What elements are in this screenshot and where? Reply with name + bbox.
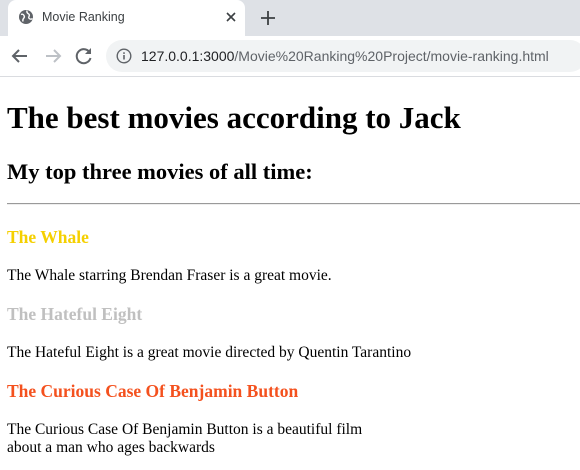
movie-description-benjamin-button-line1: The Curious Case Of Benjamin Button is a… — [7, 421, 363, 438]
movie-description-benjamin-button-line2: about a man who ages backwards — [7, 439, 215, 456]
movie-description-hateful-eight: The Hateful Eight is a great movie direc… — [7, 344, 412, 361]
horizontal-divider — [7, 203, 580, 205]
page-content: The best movies according to Jack My top… — [0, 78, 580, 470]
info-icon[interactable] — [116, 48, 132, 64]
page-title: The best movies according to Jack — [7, 100, 461, 135]
url-host: 127.0.0.1:3000 — [141, 48, 235, 64]
reload-icon[interactable] — [72, 44, 96, 68]
movie-title-whale: The Whale — [7, 227, 89, 247]
browser-tab[interactable]: Movie Ranking — [8, 0, 245, 36]
tab-title: Movie Ranking — [42, 10, 125, 24]
new-tab-plus-icon[interactable] — [258, 8, 278, 28]
movie-title-benjamin-button: The Curious Case Of Benjamin Button — [7, 381, 299, 401]
close-icon[interactable] — [223, 9, 239, 25]
movie-description-whale: The Whale starring Brendan Fraser is a g… — [7, 267, 332, 284]
address-bar[interactable]: 127.0.0.1:3000/Movie%20Ranking%20Project… — [106, 40, 580, 72]
url-text[interactable]: 127.0.0.1:3000/Movie%20Ranking%20Project… — [141, 48, 549, 64]
forward-arrow-icon[interactable] — [41, 44, 65, 68]
browser-toolbar: 127.0.0.1:3000/Movie%20Ranking%20Project… — [0, 36, 580, 77]
page-subtitle: My top three movies of all time: — [7, 159, 313, 184]
movie-title-hateful-eight: The Hateful Eight — [7, 304, 143, 324]
globe-icon — [18, 9, 34, 25]
url-path: /Movie%20Ranking%20Project/movie-ranking… — [234, 48, 549, 64]
tab-strip: Movie Ranking — [0, 0, 580, 36]
back-arrow-icon[interactable] — [8, 44, 32, 68]
